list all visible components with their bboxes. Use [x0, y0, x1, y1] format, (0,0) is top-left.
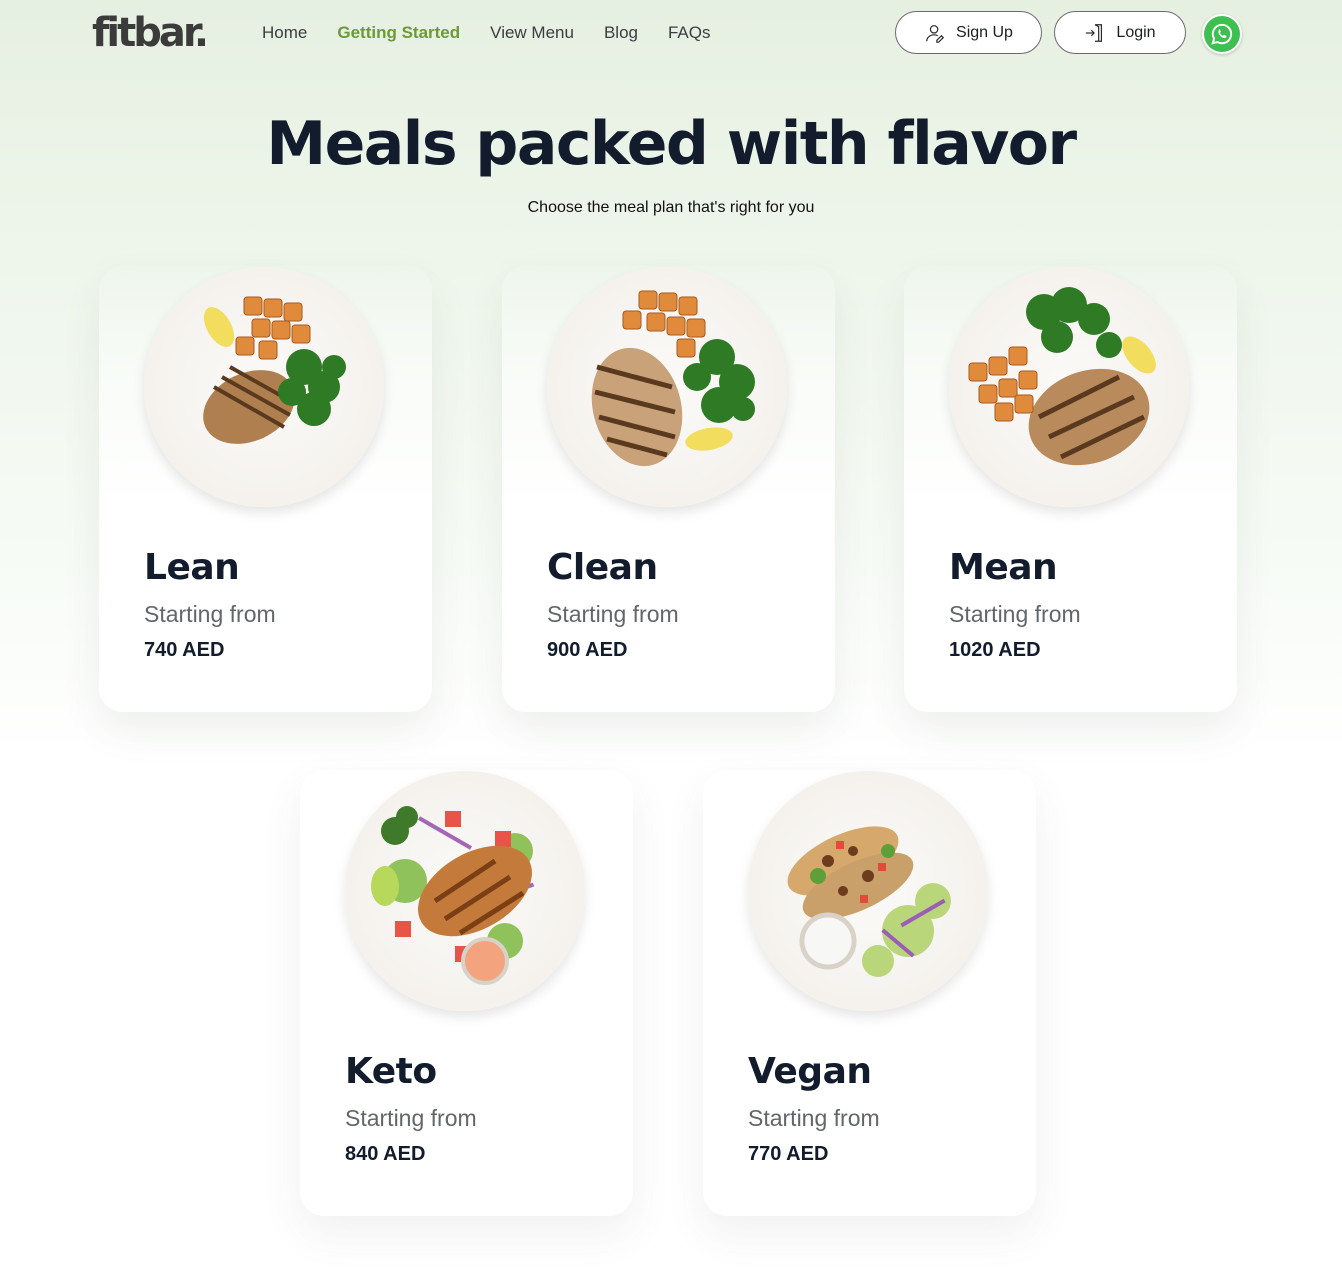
keto-meal-image: [345, 771, 585, 1011]
sign-up-label: Sign Up: [956, 23, 1013, 41]
login-door-icon: [1086, 23, 1103, 42]
plan-card-mean[interactable]: Mean Starting from 1020 AED: [904, 266, 1237, 712]
plan-name: Clean: [547, 547, 658, 588]
plan-price: 770 AED: [748, 1143, 829, 1165]
mean-meal-image: [949, 267, 1189, 507]
plan-starting-label: Starting from: [144, 601, 276, 627]
nav-getting-started[interactable]: Getting Started: [337, 22, 460, 44]
nav-view-menu[interactable]: View Menu: [490, 22, 574, 44]
login-label: Login: [1116, 23, 1156, 41]
nav-home[interactable]: Home: [262, 22, 307, 44]
nav-blog[interactable]: Blog: [604, 22, 638, 44]
plan-starting-label: Starting from: [345, 1105, 477, 1131]
user-add-icon: [926, 24, 945, 43]
plan-starting-label: Starting from: [949, 601, 1081, 627]
plan-name: Keto: [345, 1051, 437, 1092]
plan-starting-label: Starting from: [748, 1105, 880, 1131]
page-title: Meals packed with flavor: [266, 109, 1077, 179]
nav-faqs[interactable]: FAQs: [668, 22, 711, 44]
fitbar-logo[interactable]: fitbar.: [92, 10, 209, 56]
plan-price: 840 AED: [345, 1143, 426, 1165]
plan-name: Lean: [144, 547, 240, 588]
plan-name: Vegan: [748, 1051, 872, 1092]
plan-card-keto[interactable]: Keto Starting from 840 AED: [300, 770, 633, 1216]
page-subtitle: Choose the meal plan that's right for yo…: [527, 199, 815, 216]
main-nav: Home Getting Started View Menu Blog FAQs: [262, 22, 741, 44]
plan-price: 900 AED: [547, 639, 628, 661]
lean-meal-image: [144, 267, 384, 507]
sign-up-button[interactable]: Sign Up: [895, 11, 1042, 54]
site-header: fitbar. Home Getting Started View Menu B…: [0, 0, 1342, 68]
plan-card-clean[interactable]: Clean Starting from 900 AED: [502, 266, 835, 712]
clean-meal-image: [547, 267, 787, 507]
whatsapp-icon: [1204, 16, 1240, 52]
login-button[interactable]: Login: [1054, 11, 1186, 54]
plan-starting-label: Starting from: [547, 601, 679, 627]
plan-price: 1020 AED: [949, 639, 1041, 661]
plan-card-lean[interactable]: Lean Starting from 740 AED: [99, 266, 432, 712]
vegan-meal-image: [748, 771, 988, 1011]
whatsapp-button[interactable]: [1202, 14, 1242, 54]
plan-name: Mean: [949, 547, 1058, 588]
plan-price: 740 AED: [144, 639, 225, 661]
plan-card-vegan[interactable]: Vegan Starting from 770 AED: [703, 770, 1036, 1216]
